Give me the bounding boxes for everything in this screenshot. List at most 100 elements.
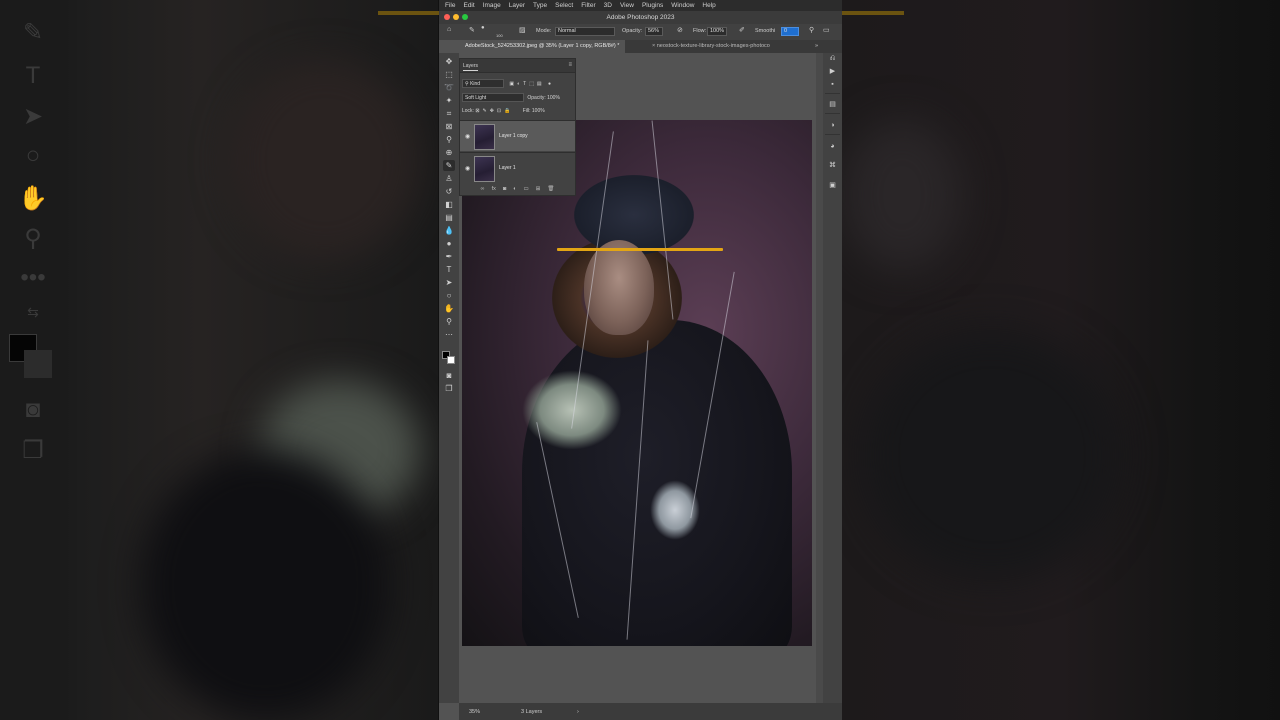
layer-filter-select[interactable]: ⚲ Kind — [462, 79, 504, 88]
pen-tool-icon[interactable]: ✒ — [443, 251, 455, 262]
home-icon[interactable]: ⌂ — [447, 26, 451, 33]
add-mask-icon[interactable]: ◙ — [503, 186, 506, 192]
opacity-field[interactable]: 56% — [645, 27, 663, 36]
layers-footer: ∞ fx ◙ ◐ ▭ ⊞ 🗑 — [460, 183, 575, 195]
menu-3d[interactable]: 3D — [604, 2, 612, 9]
history-icon[interactable]: ⎌ — [827, 53, 838, 64]
hand-tool-icon[interactable]: ✋ — [443, 303, 455, 314]
libraries-icon[interactable]: ▣ — [827, 180, 838, 191]
tab-adobestock[interactable]: AdobeStock_524253302.jpeg @ 35% (Layer 1… — [459, 40, 626, 53]
menu-plugins[interactable]: Plugins — [642, 2, 663, 9]
zoomed-background-right — [842, 0, 1280, 720]
airbrush-icon[interactable]: ✐ — [739, 26, 745, 34]
frame-tool-icon[interactable]: ⊠ — [443, 121, 455, 132]
document-canvas[interactable] — [462, 120, 812, 646]
layer-row[interactable]: ◉ Layer 1 — [460, 152, 575, 183]
brush-tool-icon[interactable]: ✎ — [443, 160, 455, 171]
filter-type-icons[interactable]: ▣◐T⬚▤ — [509, 81, 544, 87]
actions-icon[interactable]: ▶ — [827, 66, 838, 77]
status-expand-icon[interactable]: › — [577, 709, 579, 715]
fill-value[interactable]: 100% — [532, 108, 545, 114]
smoothing-field[interactable]: 0 — [781, 27, 799, 36]
brush-tip-icon[interactable]: ● — [481, 25, 485, 31]
dodge-tool-icon[interactable]: ● — [443, 238, 455, 249]
eraser-tool-icon[interactable]: ◧ — [443, 199, 455, 210]
mode-select[interactable]: Normal — [555, 27, 615, 36]
close-button[interactable] — [444, 14, 450, 20]
brush-tool-icon[interactable]: ✎ — [469, 26, 475, 34]
group-icon[interactable]: ▭ — [524, 186, 529, 192]
move-tool-icon[interactable]: ✥ — [443, 56, 455, 67]
tabs-overflow-icon[interactable]: » — [809, 40, 824, 53]
marquee-tool-icon[interactable]: ⬚ — [443, 69, 455, 80]
lock-icons[interactable]: ⊠✎✥⊡🔒 — [475, 108, 513, 114]
brush-settings-icon[interactable]: ▨ — [519, 26, 526, 34]
pressure-icon[interactable]: ⊘ — [677, 26, 683, 34]
comments-icon[interactable]: ▪ — [827, 79, 838, 90]
adjustment-layer-icon[interactable]: ◐ — [513, 186, 516, 192]
flow-field[interactable]: 100% — [707, 27, 727, 36]
shape-tool-icon[interactable]: ○ — [443, 290, 455, 301]
path-select-tool-icon[interactable]: ➤ — [443, 277, 455, 288]
healing-tool-icon[interactable]: ⊕ — [443, 147, 455, 158]
link-icon[interactable]: ∞ — [481, 186, 485, 192]
trash-icon[interactable]: 🗑 — [547, 186, 554, 192]
menu-edit[interactable]: Edit — [463, 2, 474, 9]
gradient-tool-icon[interactable]: ▤ — [443, 212, 455, 223]
zoomed-gold-line-left — [378, 11, 440, 15]
menu-file[interactable]: File — [445, 2, 455, 9]
crop-tool-icon[interactable]: ⌗ — [443, 108, 455, 119]
layer-name[interactable]: Layer 1 copy — [499, 133, 528, 139]
visibility-eye-icon[interactable]: ◉ — [465, 165, 470, 172]
type-tool-icon[interactable]: T — [443, 264, 455, 275]
opacity-value[interactable]: 100% — [547, 95, 560, 101]
tab-neostock[interactable]: × neostock-texture-library-stock-images-… — [646, 40, 776, 53]
menu-view[interactable]: View — [620, 2, 634, 9]
more-icon: ••• — [20, 264, 46, 291]
layers-panel-title[interactable]: Layers — [463, 63, 479, 71]
zoom-level[interactable]: 35% — [469, 709, 480, 715]
menu-layer[interactable]: Layer — [509, 2, 525, 9]
layer-name[interactable]: Layer 1 — [499, 165, 516, 171]
stamp-tool-icon[interactable]: ♙ — [443, 173, 455, 184]
layer-row[interactable]: ◉ Layer 1 copy — [460, 120, 575, 151]
blend-mode-select[interactable]: Soft Light — [462, 93, 524, 102]
quick-mask-icon[interactable]: ◙ — [443, 370, 455, 381]
adjustments-icon[interactable]: ◑ — [827, 120, 838, 131]
blend-row: Soft Light Opacity: 100% — [462, 93, 575, 104]
screenmode-icon: ❐ — [22, 437, 44, 464]
menu-type[interactable]: Type — [533, 2, 547, 9]
minimize-button[interactable] — [453, 14, 459, 20]
paths-icon[interactable]: ⌘ — [827, 160, 838, 171]
history-brush-tool-icon[interactable]: ↺ — [443, 186, 455, 197]
search-icon[interactable]: ⚲ — [809, 26, 814, 34]
fx-icon[interactable]: fx — [492, 186, 496, 192]
menu-window[interactable]: Window — [671, 2, 694, 9]
properties-icon[interactable]: ▤ — [827, 99, 838, 110]
more-tools-icon[interactable]: ⋯ — [443, 329, 455, 340]
object-select-tool-icon[interactable]: ✦ — [443, 95, 455, 106]
lasso-tool-icon[interactable]: ➰ — [443, 82, 455, 93]
blur-tool-icon[interactable]: 💧 — [443, 225, 455, 236]
eyedropper-tool-icon[interactable]: ⚲ — [443, 134, 455, 145]
color-icon[interactable]: ◕ — [827, 141, 838, 152]
panel-menu-icon[interactable]: ≡ — [568, 62, 572, 68]
layer-thumbnail — [474, 124, 495, 150]
visibility-eye-icon[interactable]: ◉ — [465, 133, 470, 140]
zoom-tool-icon[interactable]: ⚲ — [443, 316, 455, 327]
new-layer-icon[interactable]: ⊞ — [536, 186, 541, 192]
layers-panel: Layers ≡ ⚲ Kind ▣◐T⬚▤ ● Soft Light Opaci… — [459, 58, 576, 196]
menu-bar: File Edit Image Layer Type Select Filter… — [439, 0, 842, 11]
menu-image[interactable]: Image — [483, 2, 501, 9]
document-tabs: AdobeStock_524253302.jpeg @ 35% (Layer 1… — [459, 40, 842, 53]
menu-select[interactable]: Select — [555, 2, 573, 9]
menu-filter[interactable]: Filter — [581, 2, 595, 9]
maximize-button[interactable] — [462, 14, 468, 20]
menu-help[interactable]: Help — [702, 2, 715, 9]
zoomed-gold-line-right — [842, 11, 904, 15]
type-icon: T — [25, 62, 41, 89]
screen-mode-icon[interactable]: ❐ — [443, 383, 455, 394]
workspace-icon[interactable]: ▭ — [823, 26, 830, 34]
filter-toggle-icon[interactable]: ● — [548, 81, 551, 87]
background-color-swatch[interactable] — [447, 356, 455, 364]
